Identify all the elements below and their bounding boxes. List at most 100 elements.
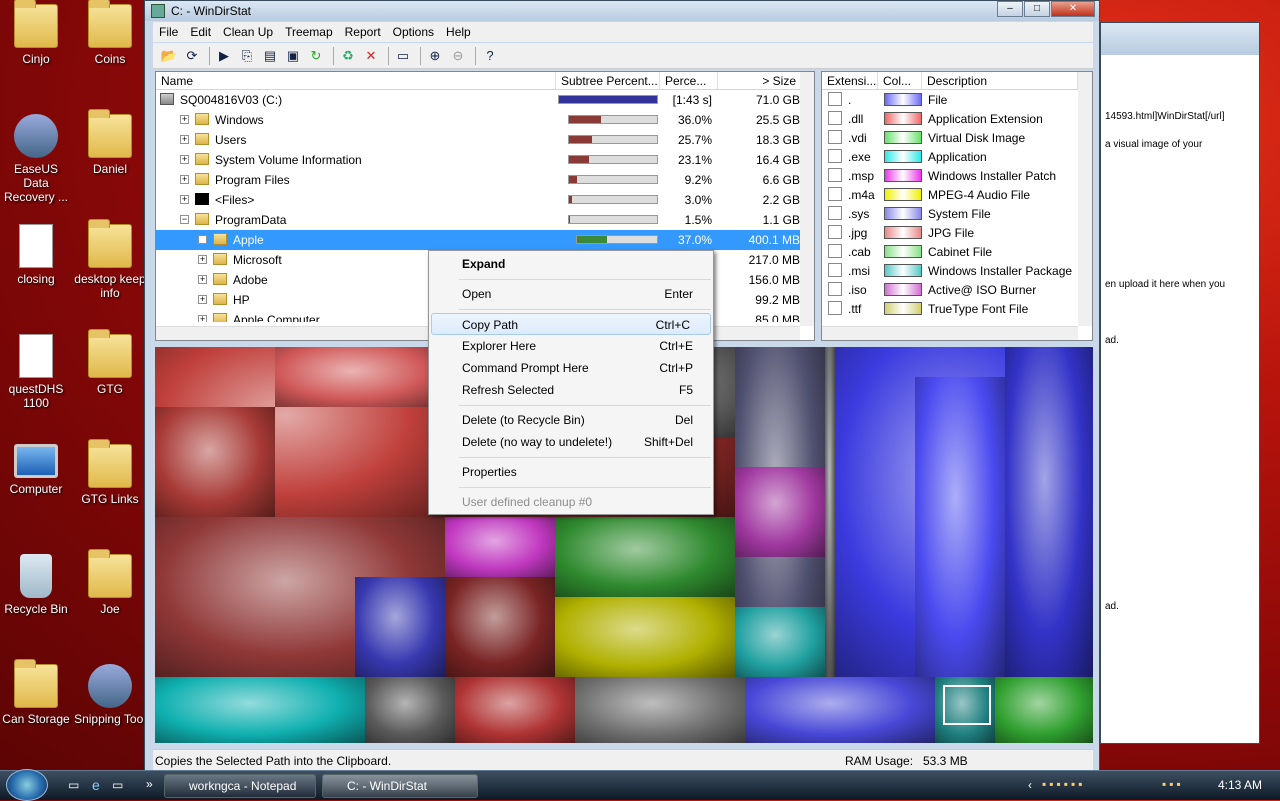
zoom-in-icon[interactable]: ⊕ (425, 46, 445, 66)
treemap-block[interactable] (365, 677, 455, 743)
column-subtree-percent[interactable]: Subtree Percent... (556, 72, 660, 89)
desktop-icon[interactable]: Joe (74, 549, 146, 616)
extension-vertical-scrollbar[interactable] (1078, 72, 1092, 326)
extension-row[interactable]: .dll Application Extension (822, 109, 1092, 128)
extension-row[interactable]: .ttf TrueType Font File (822, 299, 1092, 318)
desktop-icon[interactable]: GTG Links (74, 439, 146, 506)
expand-icon[interactable]: + (180, 115, 189, 124)
extension-row[interactable]: .iso Active@ ISO Burner (822, 280, 1092, 299)
desktop-icon[interactable]: Recycle Bin (0, 550, 72, 616)
extension-row[interactable]: .cab Cabinet File (822, 242, 1092, 261)
context-menu-item-delete-no-way-to-undelete[interactable]: Delete (no way to undelete!) Shift+Del (429, 431, 713, 453)
expand-icon[interactable]: + (198, 275, 207, 284)
open-icon[interactable]: 📂 (159, 46, 179, 66)
expand-icon[interactable]: + (198, 315, 207, 322)
treemap-block[interactable] (1005, 347, 1093, 677)
menu-help[interactable]: Help (440, 25, 477, 39)
tree-row[interactable]: + <Files> 3.0% 2.2 GB (156, 190, 814, 210)
extension-row[interactable]: .msp Windows Installer Patch (822, 166, 1092, 185)
column-name[interactable]: Name (156, 72, 556, 89)
treemap-block[interactable] (455, 677, 575, 743)
expand-icon[interactable]: + (180, 175, 189, 184)
tree-row[interactable]: + Program Files 9.2% 6.6 GB (156, 170, 814, 190)
extension-row[interactable]: .exe Application (822, 147, 1092, 166)
treemap-block[interactable] (555, 597, 735, 677)
menu-report[interactable]: Report (339, 25, 387, 39)
desktop-icon[interactable]: Computer (0, 440, 72, 496)
desktop-icon[interactable]: GTG (74, 329, 146, 396)
play-icon[interactable]: ▶ (214, 46, 234, 66)
treemap-block[interactable] (355, 577, 445, 677)
treemap-block[interactable] (745, 677, 935, 743)
collapse-icon[interactable]: − (180, 215, 189, 224)
treemap-block[interactable] (155, 677, 365, 743)
treemap-block[interactable] (995, 677, 1093, 743)
treemap-block[interactable] (735, 467, 825, 557)
tree-row[interactable]: − ProgramData 1.5% 1.1 GB (156, 210, 814, 230)
desktop-icon[interactable]: Snipping Tool (74, 660, 146, 726)
explorer-icon[interactable]: ▤ (260, 46, 280, 66)
help-icon[interactable]: ? (480, 46, 500, 66)
menu-file[interactable]: File (153, 25, 184, 39)
extension-row[interactable]: .msi Windows Installer Package (822, 261, 1092, 280)
treemap-block[interactable] (445, 577, 555, 677)
extension-row[interactable]: . File (822, 90, 1092, 109)
desktop-icon[interactable]: closing (0, 220, 72, 286)
background-window-titlebar[interactable] (1101, 23, 1259, 55)
menu-options[interactable]: Options (387, 25, 440, 39)
tree-row[interactable]: SQ004816V03 (C:) [1:43 s] 71.0 GB (156, 90, 814, 110)
column-percent[interactable]: Perce... (660, 72, 718, 89)
start-button[interactable] (6, 769, 48, 801)
treemap-block[interactable] (735, 607, 825, 677)
desktop-icon[interactable]: Cinjo (0, 0, 72, 66)
expand-icon[interactable]: + (180, 195, 189, 204)
tree-row[interactable]: + Windows 36.0% 25.5 GB (156, 110, 814, 130)
tray-status-icons[interactable]: ▪▪▪ (1162, 777, 1184, 791)
column-color[interactable]: Col... (878, 72, 922, 89)
context-menu-item-refresh-selected[interactable]: Refresh Selected F5 (429, 379, 713, 401)
clock[interactable]: 4:13 AM (1218, 778, 1262, 792)
treemap-block[interactable] (575, 677, 745, 743)
quicklaunch-more-icon[interactable]: » (146, 777, 153, 791)
context-menu-item-explorer-here[interactable]: Explorer Here Ctrl+E (429, 335, 713, 357)
extension-horizontal-scrollbar[interactable] (822, 326, 1078, 340)
folder-icon[interactable]: ▭ (68, 778, 79, 792)
tree-row[interactable]: + Apple 37.0% 400.1 MB (156, 230, 814, 250)
treemap-block[interactable] (555, 517, 735, 597)
rescan-icon[interactable]: ⟳ (182, 46, 202, 66)
treemap-block[interactable] (825, 347, 835, 677)
expand-icon[interactable]: + (198, 295, 207, 304)
context-menu-item-command-prompt-here[interactable]: Command Prompt Here Ctrl+P (429, 357, 713, 379)
desktop-icon[interactable]: Coins (74, 0, 146, 66)
show-desktop-icon[interactable]: ▭ (112, 778, 123, 792)
treemap-block[interactable] (275, 347, 445, 407)
treemap-block[interactable] (445, 517, 555, 577)
tray-expand-icon[interactable]: ‹ (1028, 778, 1032, 792)
background-window[interactable]: 14593.html]WinDirStat[/url] a visual ima… (1100, 22, 1260, 744)
context-menu-item-copy-path[interactable]: Copy Path Ctrl+C (431, 313, 711, 335)
extension-row[interactable]: .sys System File (822, 204, 1092, 223)
delete-icon[interactable]: ✕ (361, 46, 381, 66)
desktop-icon[interactable]: Can Storage (0, 659, 72, 726)
expand-icon[interactable]: + (198, 235, 207, 244)
extension-row[interactable]: .m4a MPEG-4 Audio File (822, 185, 1092, 204)
desktop-icon[interactable]: Daniel (74, 109, 146, 176)
desktop-icon[interactable]: EaseUS Data Recovery ... (0, 110, 72, 204)
window-titlebar[interactable]: C: - WinDirStat – □ ✕ (145, 1, 1099, 21)
desktop-icon[interactable]: questDHS 1100 (0, 330, 72, 410)
task-notepad[interactable]: workngca - Notepad (164, 774, 316, 798)
menu-treemap[interactable]: Treemap (279, 25, 339, 39)
menu-edit[interactable]: Edit (184, 25, 217, 39)
extension-row[interactable]: .jpg JPG File (822, 223, 1092, 242)
tree-vertical-scrollbar[interactable] (800, 72, 814, 326)
copy-icon[interactable]: ⎘ (237, 46, 257, 66)
zoom-out-icon[interactable]: ⊖ (448, 46, 468, 66)
menu-clean-up[interactable]: Clean Up (217, 25, 279, 39)
recycle-icon[interactable]: ♻ (338, 46, 358, 66)
desktop-icon[interactable]: desktop keep info (74, 219, 146, 300)
expand-icon[interactable]: + (198, 255, 207, 264)
context-menu-item-properties[interactable]: Properties (429, 461, 713, 483)
refresh-icon[interactable]: ↻ (306, 46, 326, 66)
treemap-block[interactable] (155, 407, 275, 517)
column-description[interactable]: Description (922, 72, 1078, 89)
